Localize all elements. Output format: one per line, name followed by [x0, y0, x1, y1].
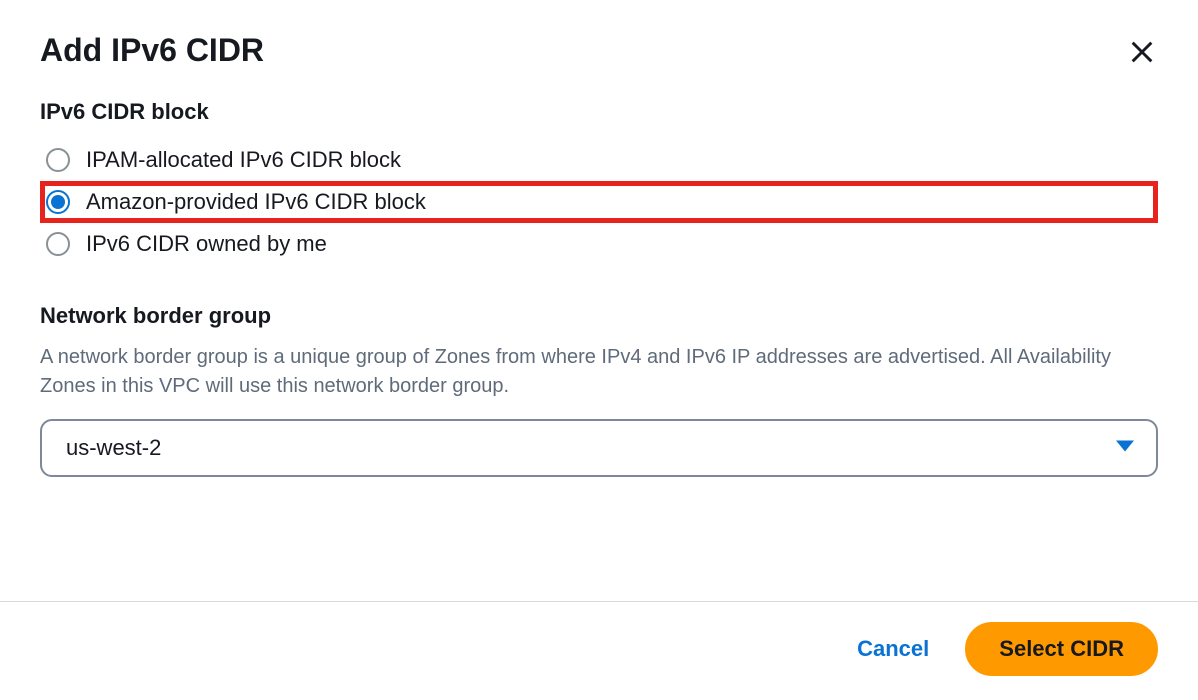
network-border-group-select[interactable]: us-west-2: [40, 419, 1158, 477]
modal-body: IPv6 CIDR block IPAM-allocated IPv6 CIDR…: [0, 89, 1198, 601]
ipv6-cidr-block-label: IPv6 CIDR block: [40, 99, 1158, 125]
radio-label: Amazon-provided IPv6 CIDR block: [86, 189, 426, 215]
add-ipv6-cidr-modal: Add IPv6 CIDR IPv6 CIDR block IPAM-alloc…: [0, 0, 1198, 700]
radio-icon: [46, 190, 70, 214]
radio-option-ipam-allocated[interactable]: IPAM-allocated IPv6 CIDR block: [40, 139, 1158, 181]
modal-header: Add IPv6 CIDR: [0, 0, 1198, 89]
radio-icon: [46, 148, 70, 172]
cidr-block-radio-group: IPAM-allocated IPv6 CIDR block Amazon-pr…: [40, 139, 1158, 265]
radio-option-amazon-provided[interactable]: Amazon-provided IPv6 CIDR block: [40, 181, 1158, 223]
radio-option-owned-by-me[interactable]: IPv6 CIDR owned by me: [40, 223, 1158, 265]
network-border-group-description: A network border group is a unique group…: [40, 343, 1158, 401]
radio-icon: [46, 232, 70, 256]
modal-title: Add IPv6 CIDR: [40, 32, 264, 69]
close-icon[interactable]: [1126, 36, 1158, 68]
network-border-group-label: Network border group: [40, 303, 1158, 329]
select-value: us-west-2: [66, 435, 161, 461]
radio-label: IPv6 CIDR owned by me: [86, 231, 327, 257]
modal-footer: Cancel Select CIDR: [0, 601, 1198, 700]
cancel-button[interactable]: Cancel: [849, 624, 937, 674]
radio-label: IPAM-allocated IPv6 CIDR block: [86, 147, 401, 173]
select-cidr-button[interactable]: Select CIDR: [965, 622, 1158, 676]
